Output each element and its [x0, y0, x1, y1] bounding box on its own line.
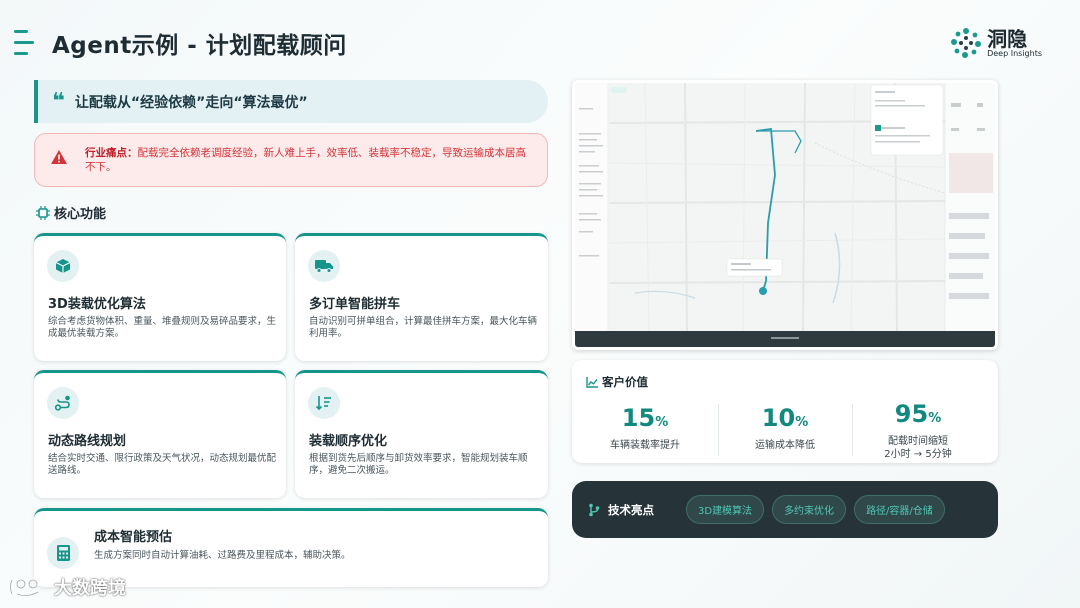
metric-unit: %	[795, 415, 809, 430]
page-title: Agent示例 - 计划配载顾问	[52, 33, 347, 59]
feature-card-carpool[interactable]: 多订单智能拼车 自动识别可拼单组合，计算最佳拼车方案，最大化车辆利用率。	[295, 233, 548, 361]
quote-text: 让配载从“经验依赖”走向“算法最优”	[74, 94, 308, 111]
quote-icon: ❝	[52, 88, 65, 114]
core-features-title: 核心功能	[54, 207, 107, 222]
cube-icon	[47, 250, 79, 282]
feature-title: 动态路线规划	[48, 434, 127, 449]
branch-icon	[589, 503, 600, 516]
customer-value-heading: 客户价值	[586, 374, 648, 390]
chip-icon	[36, 205, 50, 220]
feature-card-sequence[interactable]: 装载顺序优化 根据到货先后顺序与卸货效率要求，智能规划装车顺序，避免二次搬运。	[295, 370, 548, 498]
feature-desc: 综合考虑货物体积、重量、堆叠规则及易碎品要求，生成最优装载方案。	[48, 316, 277, 339]
metric-label: 车辆装载率提升	[610, 440, 680, 451]
metric-label: 配载时间缩短	[888, 436, 948, 447]
product-screenshot	[572, 80, 998, 350]
customer-value-title: 客户价值	[602, 375, 648, 389]
quote-banner: ❝ 让配载从“经验依赖”走向“算法最优”	[34, 80, 548, 123]
feature-title: 3D装载优化算法	[48, 297, 146, 312]
feature-title: 成本智能预估	[94, 530, 173, 545]
feature-card-3d-loading[interactable]: 3D装载优化算法 综合考虑货物体积、重量、堆叠规则及易碎品要求，生成最优装载方案…	[34, 233, 286, 361]
feature-desc: 结合实时交通、限行政策及天气状况，动态规划最优配送路线。	[48, 453, 277, 476]
route-icon	[47, 387, 79, 419]
metric-unit: %	[928, 411, 942, 426]
sort-icon	[308, 387, 340, 419]
feature-title: 装载顺序优化	[309, 434, 388, 449]
feature-card-route[interactable]: 动态路线规划 结合实时交通、限行政策及天气状况，动态规划最优配送路线。	[34, 370, 286, 498]
metric-sublabel: 2小时 → 5分钟	[884, 449, 952, 460]
metric-value: 95	[894, 400, 929, 428]
logo-icon	[951, 28, 982, 58]
customer-value-card: 客户价值 15% 车辆装载率提升 10% 运输成本降低 95% 配载时间缩短 2…	[572, 360, 998, 463]
tech-highlights-bar: 技术亮点 3D建模算法 多约束优化 路径/容器/仓储	[572, 481, 998, 538]
core-features-heading: 核心功能	[36, 203, 106, 222]
metric-load-rate: 15% 车辆装载率提升	[580, 404, 710, 452]
metric-cost: 10% 运输成本降低	[720, 404, 850, 452]
feature-title: 多订单智能拼车	[309, 297, 401, 312]
tech-highlights-title: 技术亮点	[608, 502, 654, 517]
pain-text: 配载完全依赖老调度经验，新人难上手，效率低、装载率不稳定，导致运输成本居高不下。	[85, 147, 526, 173]
feature-desc: 根据到货先后顺序与卸货效率要求，智能规划装车顺序，避免二次搬运。	[309, 453, 528, 476]
metric-time: 95% 配载时间缩短 2小时 → 5分钟	[853, 400, 983, 461]
tech-tag[interactable]: 3D建模算法	[686, 495, 765, 524]
metric-value: 15	[621, 404, 656, 432]
route-map-preview	[575, 83, 995, 347]
metric-divider	[718, 404, 719, 456]
metric-value: 10	[761, 404, 796, 432]
line-chart-icon	[586, 376, 598, 388]
logo-text: 洞隐	[987, 26, 1028, 51]
warning-icon	[51, 150, 67, 164]
metric-label: 运输成本降低	[755, 440, 815, 451]
logo-subtitle: Deep Insights	[987, 48, 1042, 58]
metric-unit: %	[655, 415, 669, 430]
feature-desc: 自动识别可拼单组合，计算最佳拼车方案，最大化车辆利用率。	[309, 316, 538, 339]
feature-desc: 生成方案同时自动计算油耗、过路费及里程成本，辅助决策。	[94, 550, 351, 561]
calculator-icon	[47, 537, 79, 569]
watermark: 大数跨境	[8, 574, 126, 600]
brand-logo: 洞隐 Deep Insights	[949, 26, 1042, 60]
pain-point-box: 行业痛点：配载完全依赖老调度经验，新人难上手，效率低、装载率不稳定，导致运输成本…	[34, 133, 548, 187]
truck-icon	[308, 250, 340, 282]
tech-tag[interactable]: 多约束优化	[772, 495, 847, 524]
tech-tag[interactable]: 路径/容器/仓储	[854, 495, 945, 524]
menu-icon[interactable]	[14, 30, 34, 58]
watermark-logo-icon	[9, 578, 39, 597]
watermark-text: 大数跨境	[54, 578, 126, 599]
pain-label: 行业痛点：	[85, 147, 138, 159]
